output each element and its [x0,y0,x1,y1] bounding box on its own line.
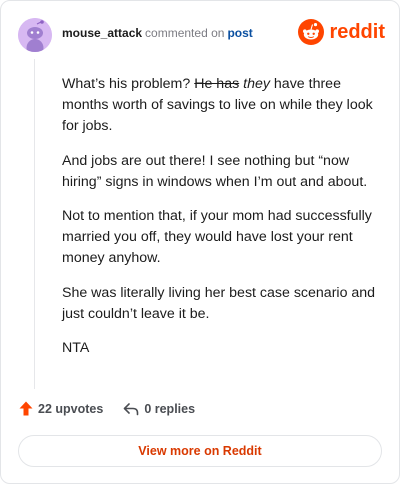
thread-line [34,59,35,389]
strikethrough-text: He has [194,76,240,92]
username[interactable]: mouse_attack [62,26,142,40]
reddit-logo-icon [298,19,325,45]
comment-paragraph-3: Not to mention that, if your mom had suc… [62,208,372,267]
reddit-brand[interactable]: reddit [298,19,385,45]
post-link[interactable]: post [227,26,252,40]
reply-button[interactable]: 0 replies [123,402,195,416]
upvote-count: 22 upvotes [38,401,104,416]
comment-embed-card: mouse_attack commented on post reddit What… [0,0,400,484]
comment-body: What’s his problem? He has they have thr… [62,74,387,372]
comment-paragraph-1: What’s his problem? He has they have thr… [62,76,373,135]
comment-paragraph-5: NTA [62,340,90,357]
comment-paragraph-2: And jobs are out there! I see nothing bu… [62,152,368,190]
snoo-avatar-icon [18,18,52,52]
action-text: commented on [145,26,225,40]
upvote-arrow-icon [19,401,33,416]
reply-arrow-icon [124,402,139,415]
comment-paragraph-4: She was literally living her best case s… [62,284,376,322]
avatar[interactable] [18,18,52,52]
reddit-wordmark: reddit [329,20,385,43]
reply-count: 0 replies [144,401,196,416]
upvote-button[interactable]: 22 upvotes [19,401,103,416]
comment-actions: 22 upvotes 0 replies [19,401,195,416]
italic-text: they [243,76,270,92]
view-more-button[interactable]: View more on Reddit [18,435,382,467]
comment-header: mouse_attack commented on post [62,25,253,41]
